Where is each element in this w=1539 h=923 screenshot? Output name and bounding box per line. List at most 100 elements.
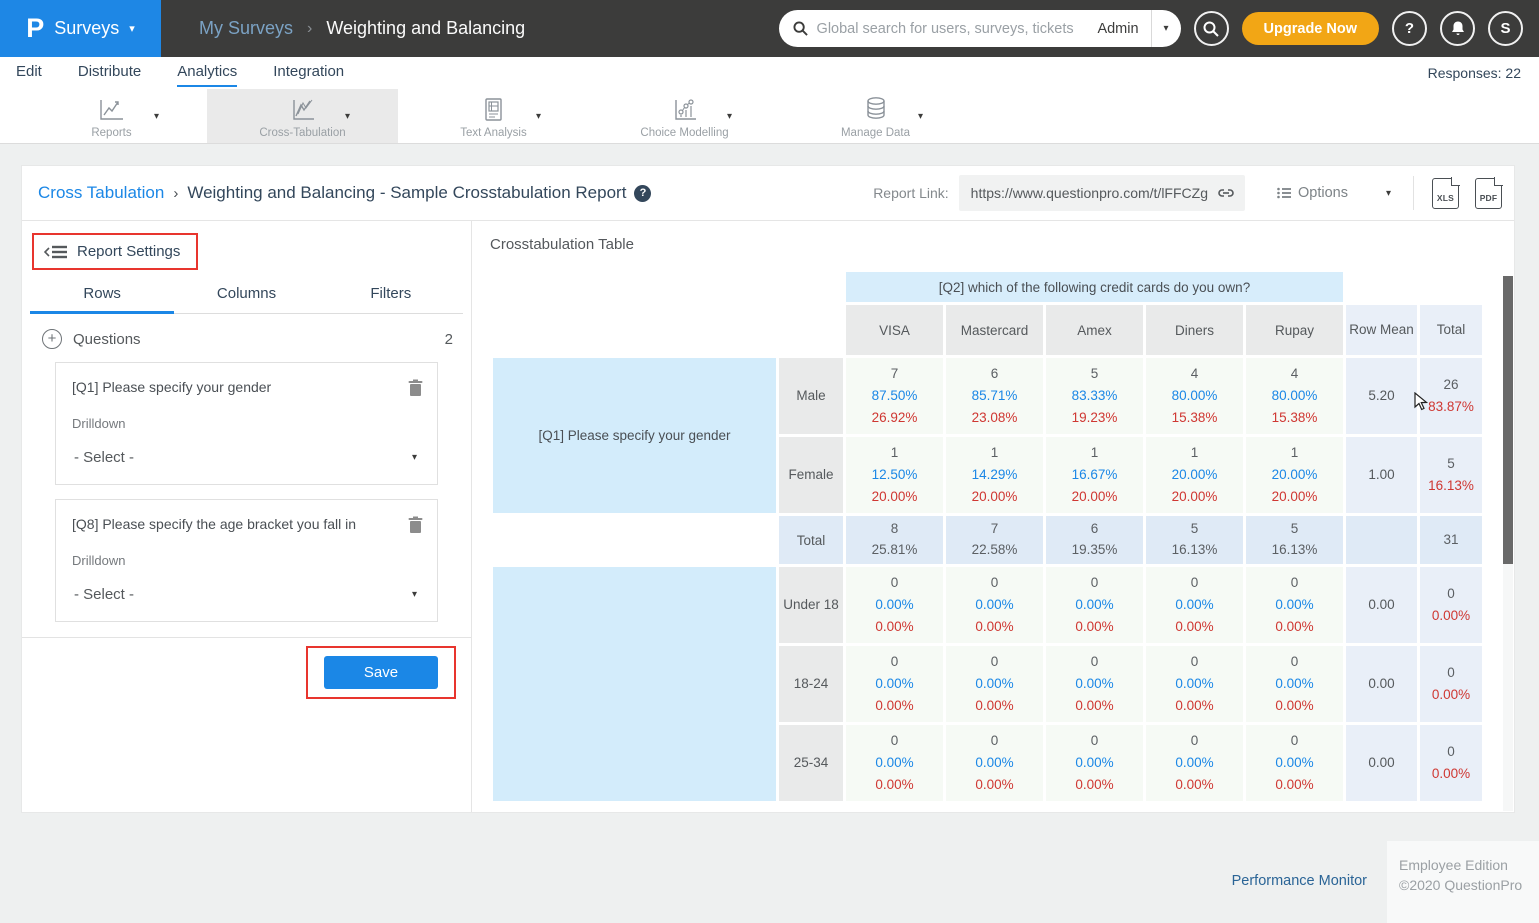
collapse-menu-icon [44,244,68,260]
chevron-down-icon: ▾ [129,22,135,35]
vertical-scrollbar-thumb[interactable] [1503,276,1513,564]
brand-menu-label: Surveys [54,18,119,39]
notifications-button[interactable] [1440,11,1475,46]
search-scope-caret-icon[interactable]: ▾ [1151,10,1181,47]
row-mean-cell: 0.00 [1346,567,1417,643]
column-header: Diners [1146,305,1243,355]
total-data-cell: 516.13% [1246,516,1343,564]
crosstab-table-title: Crosstabulation Table [490,236,1504,253]
toolbar-item-choice-modelling[interactable]: ▾ Choice Modelling [589,89,780,143]
report-header-actions: Report Link: https://www.questionpro.com… [873,175,1502,211]
tab-rows[interactable]: Rows [30,285,174,314]
question-title: [Q1] Please specify your gender [72,379,421,395]
upgrade-now-button[interactable]: Upgrade Now [1242,12,1379,45]
toolbar-item-text-analysis[interactable]: ▾ Text Analysis [398,89,589,143]
data-cell: 583.33%19.23% [1046,358,1143,434]
question-card-q8: [Q8] Please specify the age bracket you … [55,499,438,622]
chevron-down-icon[interactable]: ▾ [345,111,350,122]
data-cell: 114.29%20.00% [946,437,1043,513]
data-cell: 00.00%0.00% [1046,646,1143,722]
delete-question-icon[interactable] [408,379,423,402]
column-header-row: VISAMastercardAmexDinersRupayRow MeanTot… [493,305,1482,355]
search-scope-select[interactable]: Admin [1097,21,1150,37]
avatar-initial: S [1500,20,1510,37]
total-row: Total825.81%722.58%619.35%516.13%516.13%… [493,516,1482,564]
vertical-scrollbar-track[interactable] [1503,276,1513,811]
data-cell: 00.00%0.00% [1046,567,1143,643]
edition-box: Employee Edition ©2020 QuestionPro [1387,841,1539,923]
questionpro-logo: P [26,15,44,42]
link-icon[interactable] [1217,187,1235,199]
breadcrumb-my-surveys[interactable]: My Surveys [199,18,293,39]
tab-columns[interactable]: Columns [174,285,318,313]
help-button[interactable]: ? [1392,11,1427,46]
toolbar-item-reports[interactable]: ▾ Reports [16,89,207,143]
data-cell: 112.50%20.00% [846,437,943,513]
report-settings-toggle[interactable]: Report Settings [32,233,198,270]
row-label: 25-34 [779,725,843,801]
data-cell: 00.00%0.00% [1246,725,1343,801]
header-actions: Admin ▾ Upgrade Now ? S [779,0,1523,57]
row-mean-cell: 1.00 [1346,437,1417,513]
delete-question-icon[interactable] [408,516,423,539]
chevron-down-icon[interactable]: ▾ [918,111,923,122]
data-cell: 787.50%26.92% [846,358,943,434]
cross-tabulation-breadcrumb-link[interactable]: Cross Tabulation [38,183,164,203]
row-mean-cell: 0.00 [1346,725,1417,801]
account-avatar[interactable]: S [1488,11,1523,46]
divider [1413,176,1414,210]
question-title: [Q8] Please specify the age bracket you … [72,516,421,532]
nav-tab-edit[interactable]: Edit [16,63,42,85]
toolbar-item-label: Text Analysis [460,127,526,139]
search-icon [793,21,808,36]
drilldown-select[interactable]: - Select - ▾ [72,580,421,611]
search-input[interactable] [817,21,1098,37]
spacer-cell [493,305,843,355]
search-icon [1203,21,1219,37]
data-row: [Q1] Please specify your genderMale787.5… [493,358,1482,434]
data-cell: 00.00%0.00% [1246,646,1343,722]
tab-filters[interactable]: Filters [319,285,463,313]
drilldown-select-value: - Select - [74,586,134,603]
options-caret-icon[interactable]: ▾ [1386,188,1391,199]
chevron-down-icon[interactable]: ▾ [536,111,541,122]
toolbar-item-manage-data[interactable]: ▾ Manage Data [780,89,971,143]
chevron-down-icon[interactable]: ▾ [727,111,732,122]
search-submit-button[interactable] [1194,11,1229,46]
toolbar-item-label: Choice Modelling [640,127,728,139]
nav-tab-integration[interactable]: Integration [273,63,344,85]
options-list-icon [1277,187,1291,199]
column-header: Amex [1046,305,1143,355]
performance-monitor-link[interactable]: Performance Monitor [1232,873,1367,889]
crosstab-report-card: Cross Tabulation › Weighting and Balanci… [21,165,1515,813]
crosstab-main-area: Crosstabulation Table [Q2] which of the … [472,221,1514,813]
nav-tab-distribute[interactable]: Distribute [78,63,141,85]
breadcrumb-current-survey: Weighting and Balancing [326,18,525,39]
line-chart-icon [99,96,125,123]
question-card-q1: [Q1] Please specify your gender Drilldow… [55,362,438,485]
data-cell: 480.00%15.38% [1246,358,1343,434]
drilldown-label: Drilldown [72,416,421,431]
row-mean-cell: 5.20 [1346,358,1417,434]
data-cell: 00.00%0.00% [946,646,1043,722]
nav-tab-analytics[interactable]: Analytics [177,63,237,87]
row-label: 18-24 [779,646,843,722]
report-help-icon[interactable]: ? [634,185,651,202]
chevron-down-icon[interactable]: ▾ [154,111,159,122]
save-button[interactable]: Save [324,656,438,689]
export-pdf-button[interactable]: PDF [1475,178,1502,209]
brand-surveys-menu[interactable]: P Surveys ▾ [0,0,161,57]
toolbar-item-cross-tabulation[interactable]: ▾ Cross-Tabulation [207,89,398,143]
report-link-url[interactable]: https://www.questionpro.com/t/lFFCZg [971,185,1208,201]
breadcrumb: My Surveys › Weighting and Balancing [199,18,525,39]
total-header: Total [1420,305,1482,355]
data-cell: 00.00%0.00% [1046,725,1143,801]
row-total-cell: 2683.87% [1420,358,1482,434]
add-question-icon[interactable]: + [42,329,62,349]
data-row: Under 1800.00%0.00%00.00%0.00%00.00%0.00… [493,567,1482,643]
data-cell: 00.00%0.00% [1246,567,1343,643]
row-question-cell [493,567,776,801]
export-xls-button[interactable]: XLS [1432,178,1459,209]
drilldown-select[interactable]: - Select - ▾ [72,443,421,474]
options-button[interactable]: Options [1277,185,1348,201]
